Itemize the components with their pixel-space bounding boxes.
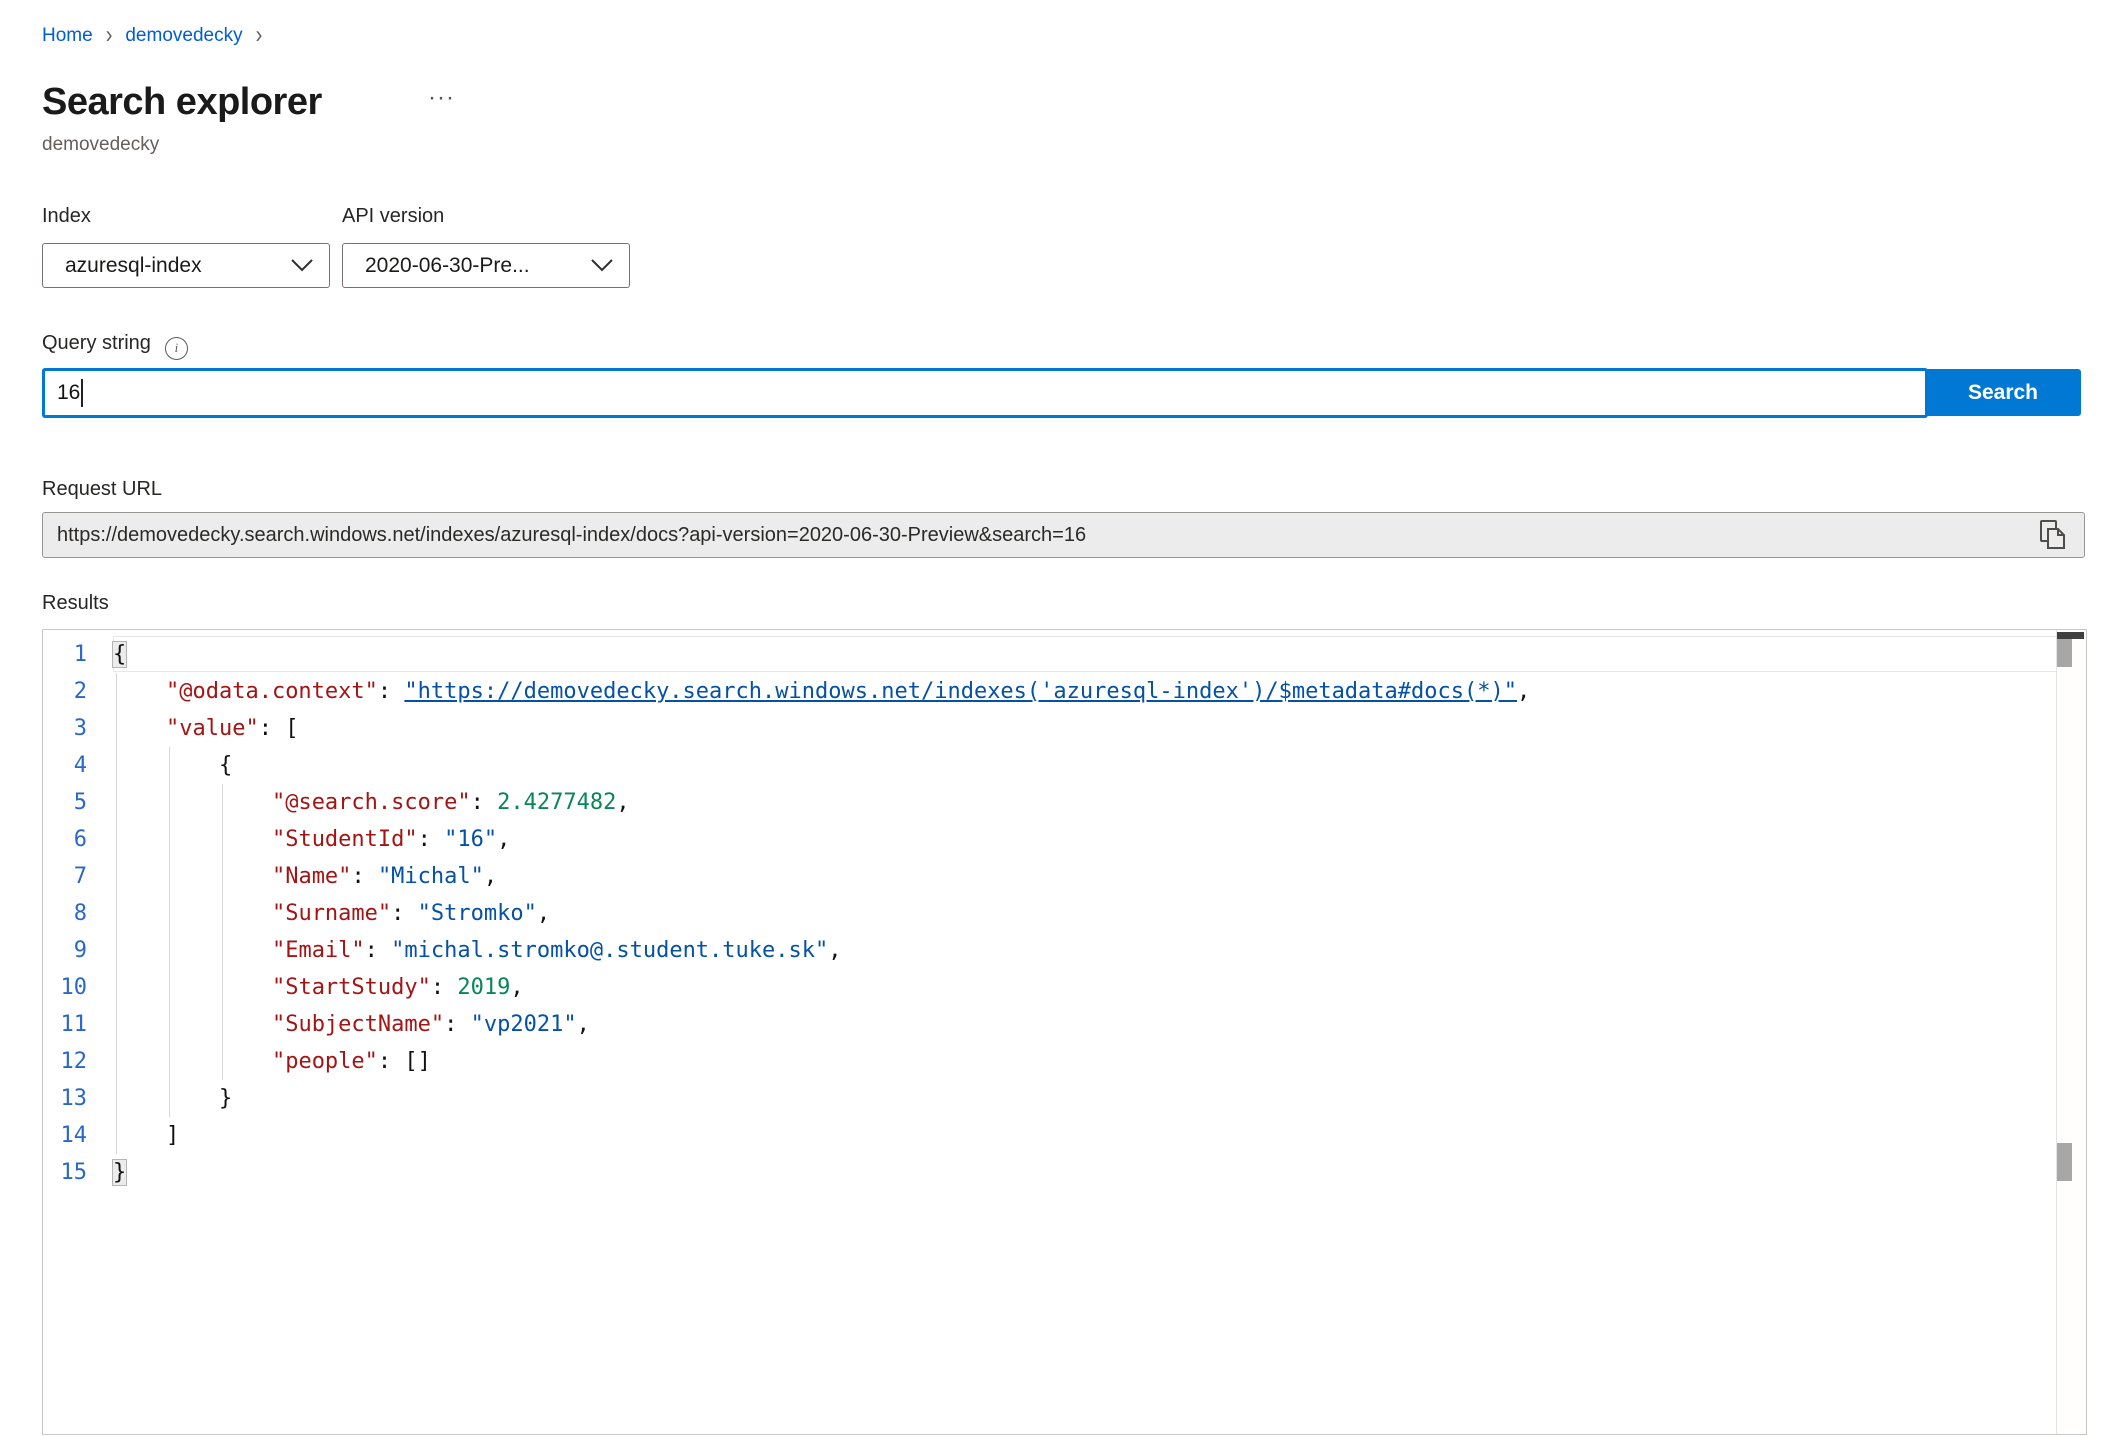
line-number: 3 <box>43 710 113 747</box>
line-number: 5 <box>43 784 113 821</box>
code-line: 11 "SubjectName": "vp2021", <box>43 1006 2057 1043</box>
code-line: 7 "Name": "Michal", <box>43 858 2057 895</box>
breadcrumb-link-home[interactable]: Home <box>42 25 93 47</box>
code-line: 3 "value": [ <box>43 710 2057 747</box>
indent-guide <box>169 747 170 1117</box>
more-menu-icon[interactable]: ··· <box>428 86 455 110</box>
breadcrumb-separator-icon: › <box>256 21 263 50</box>
code-line: 1{ <box>43 636 2057 673</box>
code-line: 14 ] <box>43 1117 2057 1154</box>
chevron-down-icon <box>591 259 613 272</box>
copy-icon[interactable] <box>2036 518 2070 552</box>
indent-guide <box>222 784 223 1080</box>
text-caret <box>81 379 83 407</box>
overview-ruler-cursor-mark <box>2057 632 2084 639</box>
line-number: 1 <box>43 636 113 673</box>
request-url-value: https://demovedecky.search.windows.net/i… <box>57 524 2036 547</box>
api-version-dropdown-value: 2020-06-30-Pre... <box>365 254 530 278</box>
indent-guide <box>116 673 117 1154</box>
api-version-dropdown[interactable]: 2020-06-30-Pre... <box>342 243 630 288</box>
breadcrumb: Home › demovedecky › <box>42 24 262 47</box>
request-url-label: Request URL <box>42 478 162 501</box>
line-number: 14 <box>43 1117 113 1154</box>
index-dropdown-value: azuresql-index <box>65 254 202 278</box>
breadcrumb-link-demovedecky[interactable]: demovedecky <box>125 25 242 47</box>
editor-scrollbar[interactable] <box>2056 630 2086 1434</box>
code-line: 13 } <box>43 1080 2057 1117</box>
query-string-label: Query stringi <box>42 332 188 360</box>
results-json-editor[interactable]: 1{2 "@odata.context": "https://demovedec… <box>42 629 2087 1435</box>
results-label: Results <box>42 592 109 615</box>
code-line: 12 "people": [] <box>43 1043 2057 1080</box>
info-icon[interactable]: i <box>165 337 188 360</box>
code-area: 1{2 "@odata.context": "https://demovedec… <box>43 636 2057 1191</box>
line-number: 7 <box>43 858 113 895</box>
index-dropdown[interactable]: azuresql-index <box>42 243 330 288</box>
overview-ruler-mark <box>2057 639 2072 667</box>
line-number: 2 <box>43 673 113 710</box>
page-subtitle: demovedecky <box>42 134 159 156</box>
line-number: 10 <box>43 969 113 1006</box>
line-number: 15 <box>43 1154 113 1191</box>
code-line: 10 "StartStudy": 2019, <box>43 969 2057 1006</box>
code-line: 15} <box>43 1154 2057 1191</box>
code-line: 5 "@search.score": 2.4277482, <box>43 784 2057 821</box>
query-input-value: 16 <box>57 381 80 405</box>
search-button[interactable]: Search <box>1925 369 2081 416</box>
chevron-down-icon <box>291 259 313 272</box>
code-line: 6 "StudentId": "16", <box>43 821 2057 858</box>
api-version-label: API version <box>342 205 444 228</box>
code-line: 2 "@odata.context": "https://demovedecky… <box>43 673 2057 710</box>
overview-ruler-mark <box>2057 1143 2072 1181</box>
line-number: 11 <box>43 1006 113 1043</box>
line-number: 6 <box>43 821 113 858</box>
line-number: 4 <box>43 747 113 784</box>
line-number: 12 <box>43 1043 113 1080</box>
query-input[interactable]: 16 <box>42 368 1928 418</box>
request-url-field[interactable]: https://demovedecky.search.windows.net/i… <box>42 512 2085 558</box>
line-number: 8 <box>43 895 113 932</box>
page-title: Search explorer <box>42 81 322 124</box>
code-line: 4 { <box>43 747 2057 784</box>
breadcrumb-separator-icon: › <box>106 21 113 50</box>
code-line: 9 "Email": "michal.stromko@.student.tuke… <box>43 932 2057 969</box>
line-number: 9 <box>43 932 113 969</box>
index-label: Index <box>42 205 91 228</box>
odata-context-link[interactable]: "https://demovedecky.search.windows.net/… <box>404 679 1517 704</box>
code-line: 8 "Surname": "Stromko", <box>43 895 2057 932</box>
line-number: 13 <box>43 1080 113 1117</box>
